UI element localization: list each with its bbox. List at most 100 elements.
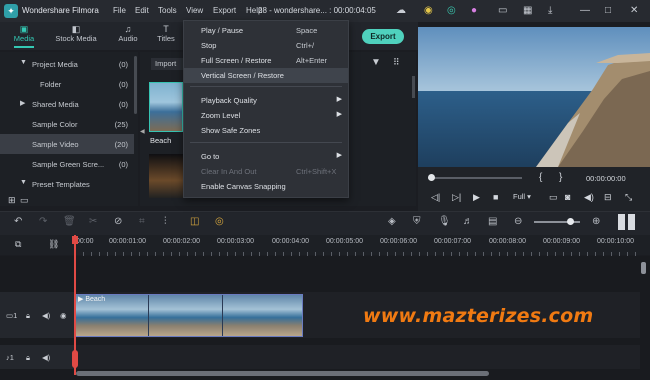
zoom-out-icon[interactable]: ⊖ xyxy=(514,216,522,227)
music-list-icon[interactable]: ♬ xyxy=(463,216,473,227)
zoom-in-icon[interactable]: ⊕ xyxy=(592,216,600,227)
menu-item-enable-canvas-snapping[interactable]: Enable Canvas Snapping xyxy=(184,179,348,194)
media-scrollbar[interactable] xyxy=(412,76,415,98)
menu-item-zoom-level[interactable]: Zoom Level ▶ xyxy=(184,108,348,123)
menu-item-playback-quality[interactable]: Playback Quality ▶ xyxy=(184,93,348,108)
menu-item-clear-in-out: Clear In And Out Ctrl+Shift+X xyxy=(201,167,337,176)
ruler-tick-label: 00:00:07:00 xyxy=(434,238,471,245)
link-icon[interactable]: ⛓ xyxy=(48,239,59,250)
stop-icon[interactable]: ■ xyxy=(493,192,498,202)
menu-item-vertical-screen[interactable]: Vertical Screen / Restore xyxy=(184,68,348,83)
collapse-arrow-icon[interactable]: ◀ xyxy=(140,128,145,135)
timeline-horizontal-scrollbar[interactable] xyxy=(76,371,489,376)
video-clip-beach[interactable] xyxy=(75,294,303,337)
layout-toggle-icon[interactable] xyxy=(618,214,625,230)
idea-bulb-icon[interactable]: ◉ xyxy=(424,5,433,16)
maximize-icon[interactable]: □ xyxy=(605,5,611,16)
tab-stock-media[interactable]: ◧ Stock Media xyxy=(50,24,102,43)
ai-tools-icon[interactable]: ◎ xyxy=(215,216,224,227)
avatar[interactable]: ● xyxy=(471,5,477,16)
menu-item-full-screen[interactable]: Full Screen / Restore Alt+Enter xyxy=(184,53,348,68)
auto-reframe-icon[interactable]: ◫ xyxy=(190,216,199,227)
fullscreen-icon[interactable]: ⤡ xyxy=(625,192,632,203)
sidebar-scrollbar[interactable] xyxy=(134,56,137,114)
microphone-icon[interactable]: 🎙 xyxy=(438,216,451,227)
video-track-header: ▭1 🔒︎ ◀) ◉ xyxy=(0,292,74,338)
sidebar-item-shared-media[interactable]: ▶ Shared Media (0) xyxy=(0,94,134,114)
title-text-icon: T xyxy=(163,24,169,34)
menu-item-play-pause[interactable]: Play / Pause Space xyxy=(184,23,348,38)
undo-icon[interactable]: ↶ xyxy=(14,216,22,227)
speed-icon[interactable]: ⊘ xyxy=(114,216,122,227)
sidebar-item-folder[interactable]: Folder (0) xyxy=(0,74,134,94)
expand-icon[interactable]: ▶ xyxy=(20,99,25,107)
menu-file[interactable]: File xyxy=(113,6,126,15)
media-thumbnail[interactable] xyxy=(149,154,183,198)
sidebar-item-sample-video[interactable]: Sample Video (20) xyxy=(0,134,134,154)
close-icon[interactable]: ✕ xyxy=(630,5,638,16)
menu-edit[interactable]: Edit xyxy=(135,6,149,15)
subtitle-icon[interactable]: ▤ xyxy=(488,216,497,227)
monitor-icon[interactable]: ⊟ xyxy=(604,192,612,203)
menu-item-go-to[interactable]: Go to ▶ xyxy=(184,149,348,164)
preview-timecode: 00:00:00:00 xyxy=(586,174,626,183)
folder-icon[interactable]: ▭ xyxy=(20,195,29,206)
render-icon[interactable]: ◈ xyxy=(388,216,396,227)
notification-icon[interactable]: ▭ xyxy=(498,5,507,16)
new-folder-icon[interactable]: ⊞ xyxy=(8,195,16,206)
menu-tools[interactable]: Tools xyxy=(158,6,177,15)
layout-icon[interactable]: ▦ xyxy=(523,5,532,16)
mark-out-button[interactable]: } xyxy=(559,172,562,183)
zoom-slider-knob[interactable] xyxy=(567,218,574,225)
shield-icon[interactable]: ⛨ xyxy=(413,216,421,227)
preview-progress-track[interactable] xyxy=(428,177,522,179)
timeline-vertical-scrollbar[interactable] xyxy=(641,262,646,274)
preview-progress-knob[interactable] xyxy=(428,174,435,181)
play-frame-icon[interactable]: ▷| xyxy=(452,192,461,203)
tab-audio[interactable]: ♫ Audio xyxy=(108,24,148,43)
playhead-bottom-handle[interactable] xyxy=(72,350,78,368)
menu-view[interactable]: View xyxy=(186,6,203,15)
sidebar-item-sample-color[interactable]: Sample Color (25) xyxy=(0,114,134,134)
previous-frame-icon[interactable]: ◁| xyxy=(431,192,440,203)
export-button[interactable]: Export xyxy=(362,29,404,44)
playback-quality-select[interactable]: Full ▾ xyxy=(513,192,531,201)
audio-track[interactable] xyxy=(0,345,640,369)
grid-view-icon[interactable]: ⠿ xyxy=(393,57,400,68)
tab-titles[interactable]: T Titles xyxy=(148,24,184,43)
menu-export[interactable]: Export xyxy=(213,6,236,15)
menu-item-stop[interactable]: Stop Ctrl+/ xyxy=(184,38,348,53)
tab-media[interactable]: ▣ Media xyxy=(4,24,44,48)
layout-toggle-icon[interactable] xyxy=(628,214,635,230)
preview-viewer[interactable] xyxy=(418,27,650,167)
lock-icon[interactable]: 🔒︎ xyxy=(26,311,30,321)
mark-in-button[interactable]: { xyxy=(539,172,542,183)
expand-icon[interactable]: ▼ xyxy=(20,59,27,66)
mute-icon[interactable]: ◀) xyxy=(42,353,50,362)
playhead-handle[interactable] xyxy=(72,236,78,244)
minimize-icon[interactable]: — xyxy=(580,5,590,16)
cloud-icon[interactable]: ☁ xyxy=(396,5,406,16)
sidebar-item-project-media[interactable]: ▼ Project Media (0) xyxy=(0,54,134,74)
volume-icon[interactable]: ◀) xyxy=(584,192,594,203)
lock-icon[interactable]: 🔒︎ xyxy=(26,353,30,363)
audio-track-header: ♪1 🔒︎ ◀) xyxy=(0,345,74,369)
add-track-icon[interactable]: ⧉ xyxy=(15,239,21,250)
sidebar-item-sample-green-screen[interactable]: Sample Green Scre... (0) xyxy=(0,154,134,174)
menu-item-show-safe-zones[interactable]: Show Safe Zones xyxy=(184,123,348,138)
media-thumbnail-beach[interactable] xyxy=(149,82,183,132)
media-icon: ▣ xyxy=(19,24,29,34)
headset-icon[interactable]: ◎ xyxy=(447,5,456,16)
play-icon[interactable]: ▶ xyxy=(473,192,480,203)
redo-icon: ↷ xyxy=(39,216,48,227)
filter-icon[interactable]: ▼ xyxy=(371,57,381,68)
download-icon[interactable]: ⤓ xyxy=(548,5,552,16)
snapshot-icon[interactable]: ◙ xyxy=(565,192,570,202)
eye-icon[interactable]: ◉ xyxy=(60,311,67,320)
mute-icon[interactable]: ◀) xyxy=(42,311,50,320)
screen-icon[interactable]: ▭ xyxy=(549,192,558,203)
sidebar-item-preset-templates[interactable]: ▼ Preset Templates xyxy=(0,174,134,194)
audio-wave-icon[interactable]: ⫶ xyxy=(164,216,167,227)
import-button[interactable]: Import xyxy=(151,58,183,70)
expand-icon[interactable]: ▼ xyxy=(20,179,27,186)
